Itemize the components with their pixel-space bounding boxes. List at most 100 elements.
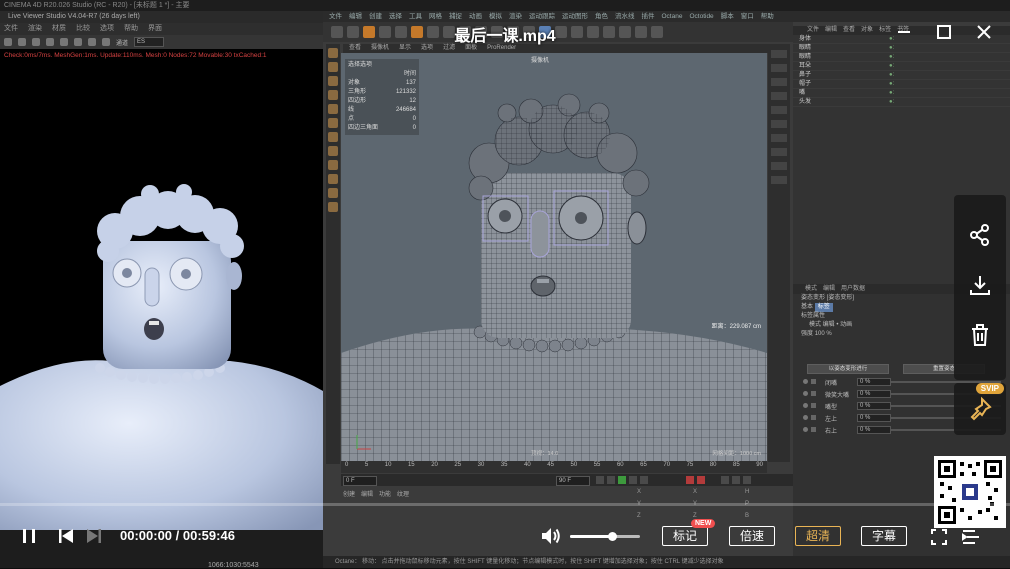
- point-mode-icon[interactable]: [328, 76, 338, 86]
- tool-icon[interactable]: [771, 92, 787, 100]
- material-tab[interactable]: 创建: [343, 489, 355, 498]
- tool-icon[interactable]: [771, 64, 787, 72]
- timeline-ruler[interactable]: 0 5 10 15 20 25 30 35 40 45 50 55 60 65 70 75 80 85 90: [341, 461, 767, 473]
- model-mode-icon[interactable]: [328, 48, 338, 58]
- am-menu-item[interactable]: 用户数据: [841, 284, 865, 294]
- c4d-menu-item[interactable]: 插件: [642, 11, 655, 22]
- c4d-viewport[interactable]: 摄像机 选择选项 时间 对象 137 三角形 121332 四边形 12 线 24668…: [341, 53, 767, 461]
- keyframe-icon[interactable]: [732, 476, 740, 484]
- c4d-menu-item[interactable]: 帮助: [761, 11, 774, 22]
- maximize-icon[interactable]: [933, 21, 955, 43]
- pin-button[interactable]: SVIP: [954, 383, 1006, 435]
- c4d-menu-item[interactable]: Octotide: [689, 11, 713, 22]
- c4d-menu-item[interactable]: 模拟: [489, 11, 502, 22]
- record-icon[interactable]: [686, 476, 694, 484]
- object-row[interactable]: 嘴 ●:: [793, 89, 1010, 98]
- magnet-icon[interactable]: [328, 160, 338, 170]
- texture-mode-icon[interactable]: [328, 62, 338, 72]
- render-preview[interactable]: [0, 146, 323, 541]
- go-end-icon[interactable]: [640, 476, 648, 484]
- pause-icon[interactable]: [20, 527, 38, 550]
- am-menu-item[interactable]: 模式: [805, 284, 817, 294]
- tool-icon[interactable]: [771, 162, 787, 170]
- snap-icon[interactable]: [328, 132, 338, 142]
- strength-value[interactable]: 100 %: [815, 331, 832, 337]
- am-menu-item[interactable]: 编辑: [823, 284, 835, 294]
- keyframe-icon[interactable]: [721, 476, 729, 484]
- next-key-icon[interactable]: [629, 476, 637, 484]
- quality-button[interactable]: 超清: [795, 526, 841, 546]
- trash-icon[interactable]: [967, 322, 993, 348]
- object-row[interactable]: 头发 ●:: [793, 98, 1010, 107]
- c4d-menu-item[interactable]: 文件: [329, 11, 342, 22]
- material-tab[interactable]: 功能: [379, 489, 391, 498]
- playlist-icon[interactable]: [961, 528, 981, 551]
- frame-end-field[interactable]: 90 F: [556, 476, 590, 486]
- subtitle-button[interactable]: 字幕: [861, 526, 907, 546]
- c4d-menu-item[interactable]: 运动跟踪: [529, 11, 555, 22]
- viewport-stats: 选择选项 时间 对象 137 三角形 121332 四边形 12 线 246684 点0…: [345, 59, 419, 135]
- c4d-menu-item[interactable]: 捕捉: [449, 11, 462, 22]
- tool-icon[interactable]: [771, 176, 787, 184]
- tool-icon[interactable]: [771, 50, 787, 58]
- timeline-tick: 20: [431, 462, 438, 468]
- object-row[interactable]: 鼻子 ●:: [793, 71, 1010, 80]
- total-duration: 00:59:46: [182, 528, 235, 543]
- polygon-mode-icon[interactable]: [328, 104, 338, 114]
- go-start-icon[interactable]: [596, 476, 604, 484]
- material-manager-tabs: 创建 编辑 功能 纹理: [343, 489, 443, 498]
- tool-icon[interactable]: [771, 78, 787, 86]
- c4d-menu-item[interactable]: 窗口: [741, 11, 754, 22]
- close-icon[interactable]: [973, 21, 995, 43]
- c4d-menu-item[interactable]: 脚本: [721, 11, 734, 22]
- volume-icon[interactable]: [540, 526, 562, 551]
- mark-button[interactable]: 标记: [662, 526, 708, 546]
- paint-icon[interactable]: [328, 188, 338, 198]
- c4d-menu-item[interactable]: 创建: [369, 11, 382, 22]
- share-icon[interactable]: [967, 222, 993, 248]
- frame-start-field[interactable]: 0 F: [343, 476, 377, 486]
- attribute-tab-active[interactable]: 标签: [814, 303, 833, 312]
- attribute-tab[interactable]: 基本: [801, 304, 813, 310]
- octane-icon[interactable]: [328, 202, 338, 212]
- c4d-menu-item[interactable]: 选择: [389, 11, 402, 22]
- workplane-icon[interactable]: [328, 146, 338, 156]
- material-tab[interactable]: 纹理: [397, 489, 409, 498]
- tool-icon[interactable]: [771, 148, 787, 156]
- keyframe-icon[interactable]: [743, 476, 751, 484]
- minimize-icon[interactable]: [893, 21, 915, 43]
- tool-icon[interactable]: [771, 120, 787, 128]
- timeline-tick: 70: [663, 462, 671, 468]
- edge-mode-icon[interactable]: [328, 90, 338, 100]
- tool-icon[interactable]: [771, 134, 787, 142]
- play-icon[interactable]: [618, 476, 626, 484]
- c4d-menu-item[interactable]: 角色: [595, 11, 608, 22]
- next-icon[interactable]: [85, 527, 103, 550]
- c4d-menu-item[interactable]: 网格: [429, 11, 442, 22]
- pose-button-a[interactable]: 以姿态变形进行: [807, 364, 889, 374]
- axis-mode-icon[interactable]: [328, 118, 338, 128]
- volume-knob[interactable]: [608, 532, 617, 541]
- speed-button[interactable]: 倍速: [729, 526, 775, 546]
- download-icon[interactable]: [967, 272, 993, 298]
- c4d-menu-item[interactable]: 工具: [409, 11, 422, 22]
- sculpt-icon[interactable]: [328, 174, 338, 184]
- strength-label: 强度: [801, 331, 814, 337]
- material-tab[interactable]: 编辑: [361, 489, 373, 498]
- object-row[interactable]: 眼睛 ●:: [793, 53, 1010, 62]
- volume-slider[interactable]: [570, 532, 640, 541]
- c4d-menu-item[interactable]: 动画: [469, 11, 482, 22]
- object-row[interactable]: 耳朵 ●:: [793, 62, 1010, 71]
- c4d-menu-item[interactable]: Octane: [662, 11, 683, 22]
- autokey-icon[interactable]: [697, 476, 705, 484]
- tool-icon[interactable]: [771, 106, 787, 114]
- c4d-menu-item[interactable]: 渲染: [509, 11, 522, 22]
- fullscreen-icon[interactable]: [930, 528, 948, 551]
- object-row[interactable]: 帽子 ●:: [793, 80, 1010, 89]
- c4d-menu-item[interactable]: 流水线: [615, 11, 635, 22]
- prev-key-icon[interactable]: [607, 476, 615, 484]
- progress-bar[interactable]: [0, 503, 1010, 506]
- c4d-menu-item[interactable]: 运动图形: [562, 11, 588, 22]
- c4d-menu-item[interactable]: 编辑: [349, 11, 362, 22]
- previous-icon[interactable]: [57, 527, 75, 550]
